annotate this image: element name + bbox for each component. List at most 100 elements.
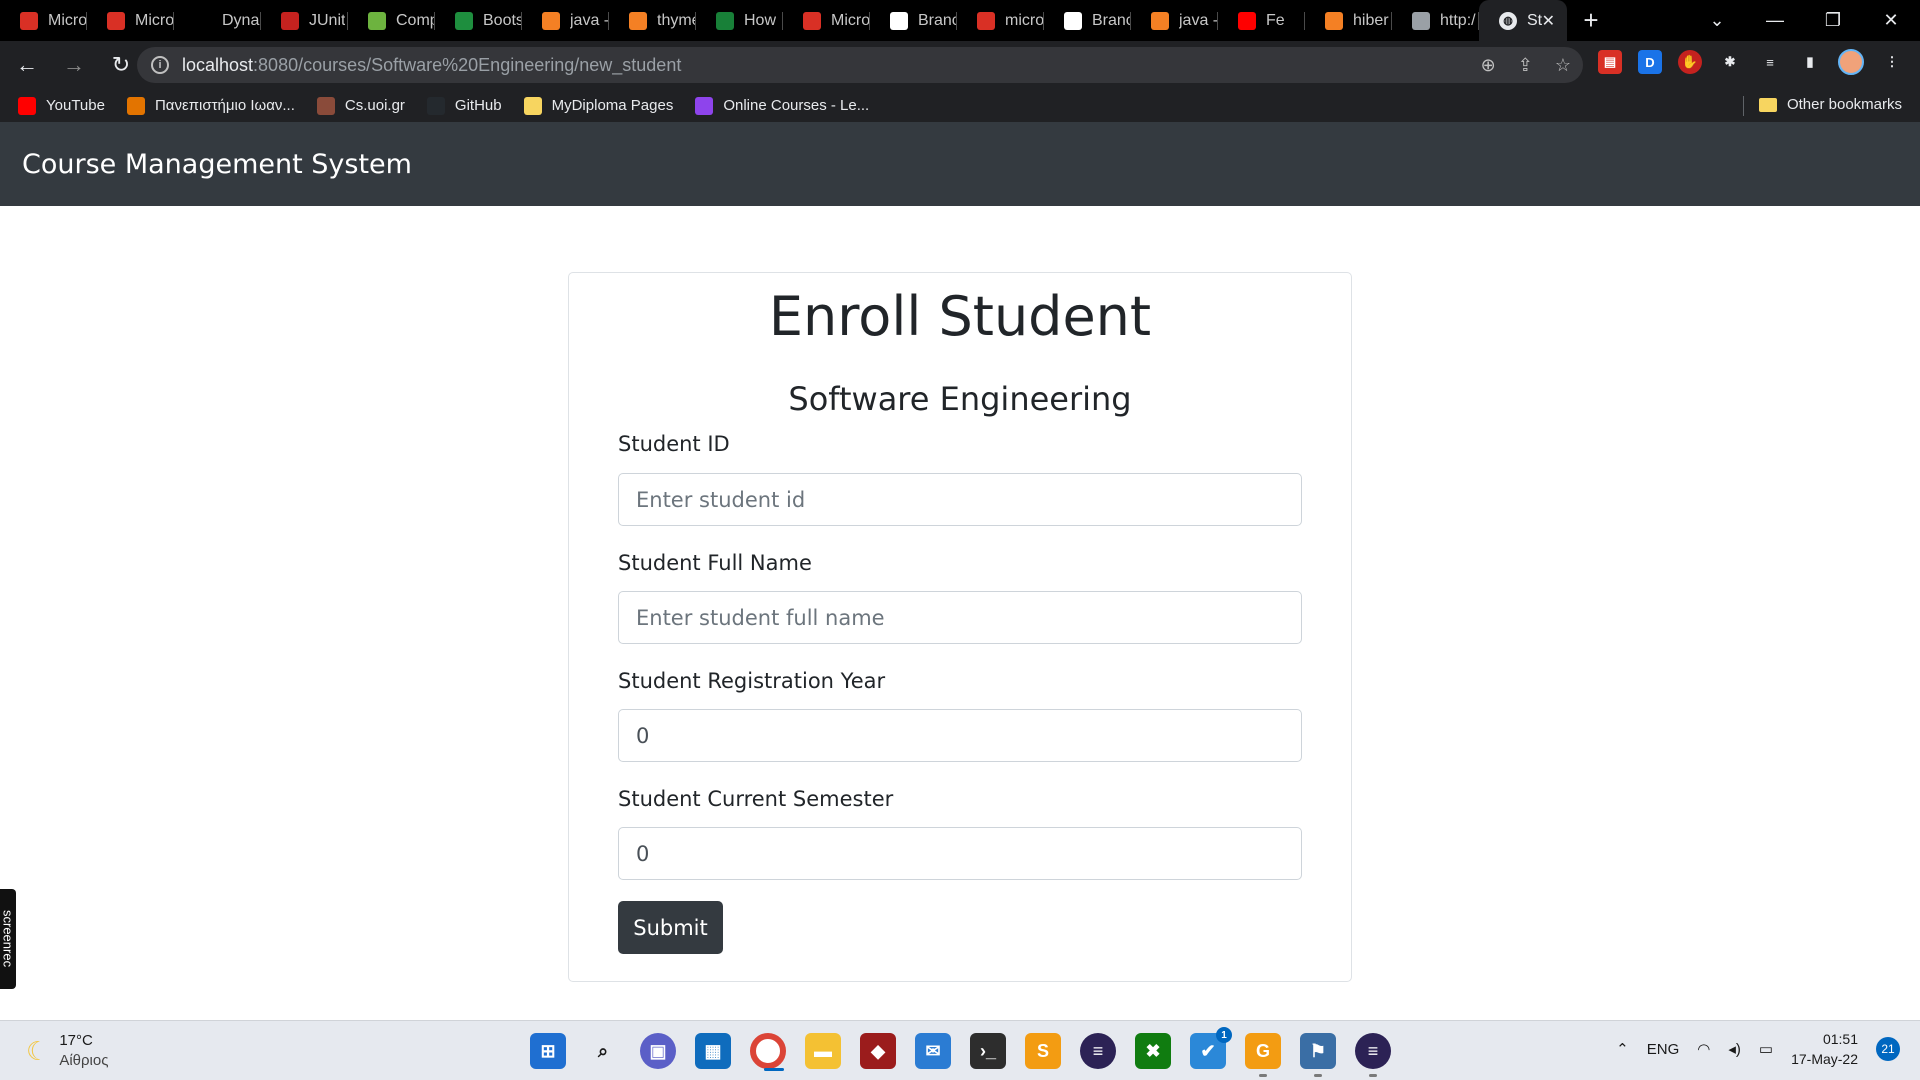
bookmark-item[interactable]: Online Courses - Le... — [695, 96, 869, 115]
mail-icon[interactable]: ✉ — [915, 1033, 951, 1069]
tab-title: Micro — [135, 11, 174, 29]
battery-icon[interactable]: ▭ — [1759, 1040, 1773, 1058]
minimize-button[interactable]: — — [1746, 10, 1804, 31]
tab-title: Branc — [1092, 11, 1131, 29]
page-icon — [1412, 11, 1430, 30]
url-path: :8080/courses/Software%20Engineering/new… — [253, 54, 682, 75]
bookmark-favicon-icon — [18, 96, 36, 115]
tab-active[interactable]: ◍ St ✕ — [1479, 0, 1567, 41]
registration-year-label: Student Registration Year — [618, 669, 886, 693]
language-indicator[interactable]: ENG — [1647, 1041, 1680, 1058]
url-text[interactable]: localhost:8080/courses/Software%20Engine… — [182, 55, 681, 76]
profile-avatar[interactable] — [1838, 49, 1864, 75]
bookmark-item[interactable]: GitHub — [426, 96, 502, 115]
extensions-puzzle-icon[interactable]: ✱ — [1718, 50, 1742, 74]
adblock-extension-icon[interactable]: ✋ — [1678, 50, 1702, 74]
bookmark-star-icon[interactable]: ☆ — [1555, 55, 1571, 76]
moon-icon: ☾ — [26, 1035, 50, 1066]
current-semester-input[interactable] — [618, 827, 1302, 880]
file-explorer-icon[interactable]: ▬ — [805, 1033, 841, 1069]
windows-start-icon[interactable]: ⊞ — [530, 1033, 566, 1069]
course-title: Software Engineering — [788, 380, 1132, 418]
zoom-icon[interactable]: ⊕ — [1481, 55, 1496, 76]
page-title: Enroll Student — [768, 285, 1152, 348]
submit-button[interactable]: Submit — [618, 901, 723, 954]
stackoverflow-icon — [1151, 11, 1169, 30]
tab-item[interactable]: java - — [522, 0, 609, 41]
tab-item[interactable]: How — [696, 0, 783, 41]
pdf-app-icon[interactable]: G — [1245, 1033, 1281, 1077]
forward-button[interactable]: → — [54, 52, 94, 78]
media-control-icon[interactable]: ≡ — [1758, 50, 1782, 74]
other-bookmarks[interactable]: Other bookmarks — [1758, 96, 1902, 113]
reload-button[interactable]: ↻ — [101, 52, 141, 78]
address-bar[interactable]: i localhost:8080/courses/Software%20Engi… — [137, 47, 1583, 83]
notification-badge[interactable]: 21 — [1876, 1037, 1900, 1061]
store-icon[interactable]: ▦ — [695, 1033, 731, 1069]
back-button[interactable]: ← — [7, 52, 47, 78]
xbox-icon[interactable]: ✖ — [1135, 1033, 1171, 1069]
menu-kebab-icon[interactable]: ⋮ — [1880, 50, 1904, 74]
clock[interactable]: 01:51 17-May-22 — [1791, 1029, 1858, 1069]
chevron-up-icon[interactable]: ⌃ — [1616, 1040, 1629, 1058]
app-red-icon[interactable]: ◆ — [860, 1033, 896, 1069]
bookmark-item[interactable]: YouTube — [18, 96, 105, 115]
bookmark-item[interactable]: Cs.uoi.gr — [316, 96, 405, 115]
workbench-icon[interactable]: ⚑ — [1300, 1033, 1336, 1077]
terminal-icon[interactable]: ›_ — [970, 1033, 1006, 1069]
screenrec-tag[interactable]: screenrec — [0, 889, 16, 989]
tab-item[interactable]: hiber — [1305, 0, 1392, 41]
student-full-name-input[interactable] — [618, 591, 1302, 644]
tab-item[interactable]: java - — [1131, 0, 1218, 41]
volume-icon[interactable]: ◂) — [1728, 1040, 1741, 1058]
teams-chat-icon[interactable]: ▣ — [640, 1033, 676, 1069]
tab-item[interactable]: Fe — [1218, 0, 1305, 41]
sublime-text-icon[interactable]: S — [1025, 1033, 1061, 1069]
bookmark-item[interactable]: MyDiploma Pages — [523, 96, 673, 115]
stackoverflow-icon — [542, 11, 560, 30]
clock-date: 17-May-22 — [1791, 1051, 1858, 1067]
url-host: localhost — [182, 54, 254, 75]
tab-title: Dynam — [222, 11, 261, 29]
tab-item[interactable]: Dynam — [174, 0, 261, 41]
browser-toolbar: ← → ↻ i localhost:8080/courses/Software%… — [0, 41, 1920, 89]
d-extension-icon[interactable]: D — [1638, 50, 1662, 74]
pdf-icon — [803, 11, 821, 30]
site-info-icon[interactable]: i — [151, 56, 169, 74]
bookmark-label: Πανεπιστήμιο Ιωαν... — [154, 97, 295, 114]
tab-item[interactable]: thyme — [609, 0, 696, 41]
close-tab-icon[interactable]: ✕ — [1542, 11, 1555, 31]
tab-item[interactable]: Boots — [435, 0, 522, 41]
todo-icon[interactable]: ✔ 1 — [1190, 1027, 1232, 1069]
wifi-icon[interactable]: ◠ — [1697, 1040, 1710, 1058]
student-id-input[interactable] — [618, 473, 1302, 526]
chrome-icon[interactable] — [750, 1033, 786, 1071]
eclipse-icon[interactable]: ≡ — [1080, 1033, 1116, 1069]
bookmark-favicon-icon — [316, 96, 335, 115]
tab-item[interactable]: Branc — [870, 0, 957, 41]
tab-item[interactable]: Branc — [1044, 0, 1131, 41]
tab-item[interactable]: Micro — [0, 0, 87, 41]
tab-item[interactable]: Micro — [783, 0, 870, 41]
tab-item[interactable]: micro — [957, 0, 1044, 41]
tab-item[interactable]: Comp — [348, 0, 435, 41]
search-icon[interactable]: ⌕ — [585, 1033, 621, 1069]
share-icon[interactable]: ⇪ — [1518, 55, 1533, 76]
eclipse-2-icon[interactable]: ≡ — [1355, 1033, 1391, 1077]
side-panel-icon[interactable]: ▮ — [1798, 50, 1822, 74]
tab-item[interactable]: Micro — [87, 0, 174, 41]
tab-title: Micro — [48, 11, 87, 29]
pdf-extension-icon[interactable]: ▤ — [1598, 50, 1622, 74]
close-window-button[interactable]: ✕ — [1862, 10, 1920, 31]
tab-item[interactable]: http:/ — [1392, 0, 1479, 41]
restore-button[interactable]: ❐ — [1804, 10, 1862, 31]
new-tab-button[interactable]: + — [1567, 0, 1615, 41]
tab-search-icon[interactable]: ⌄ — [1688, 10, 1746, 31]
bookmark-item[interactable]: Πανεπιστήμιο Ιωαν... — [126, 96, 295, 115]
tab-item[interactable]: JUnit — [261, 0, 348, 41]
registration-year-input[interactable] — [618, 709, 1302, 762]
browser-tab-strip: Micro Micro Dynam JUnit Comp Boots java - thyme… — [0, 0, 1920, 41]
weather-widget[interactable]: ☾ 17°C Αίθριος — [26, 1031, 108, 1071]
brand-link[interactable]: Course Management System — [22, 149, 412, 180]
weather-description: Αίθριος — [59, 1052, 109, 1069]
